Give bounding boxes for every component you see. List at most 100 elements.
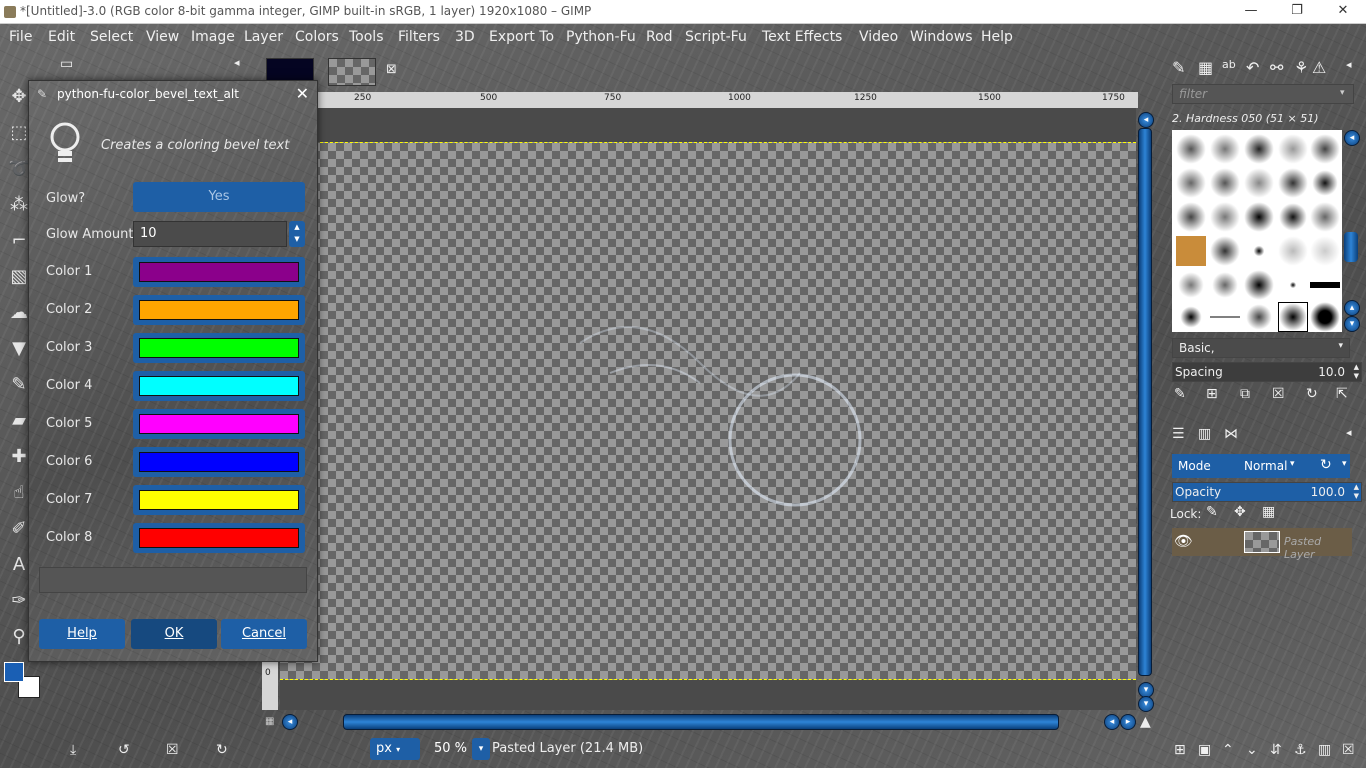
menu-select[interactable]: Select: [90, 29, 133, 45]
fuzzy-select-tool-icon[interactable]: ⁂: [8, 194, 30, 216]
save-tool-preset-icon[interactable]: ⤓: [70, 742, 76, 758]
brush-item[interactable]: [1278, 168, 1308, 198]
menu-tools[interactable]: Tools: [349, 29, 384, 45]
menu-edit[interactable]: Edit: [48, 29, 75, 45]
layer-mask-icon[interactable]: ▥: [1318, 742, 1331, 758]
brush-grid[interactable]: [1172, 130, 1342, 332]
warp-tool-icon[interactable]: ☁: [8, 302, 30, 324]
new-brush-icon[interactable]: ⊞: [1206, 386, 1218, 402]
menu-colors[interactable]: Colors: [295, 29, 339, 45]
zoom-dropdown-icon[interactable]: ▾: [472, 738, 490, 760]
eraser-tool-icon[interactable]: ▰: [8, 410, 30, 432]
menu-script-fu[interactable]: Script-Fu: [685, 29, 747, 45]
menu-layer[interactable]: Layer: [244, 29, 283, 45]
image-tab-thumbnail-2[interactable]: [328, 58, 376, 86]
menu-rod[interactable]: Rod: [646, 29, 673, 45]
opacity-spinner-icon[interactable]: ▲ ▼: [1354, 483, 1359, 501]
move-tool-icon[interactable]: ✥: [8, 86, 30, 108]
glow-toggle[interactable]: Yes: [133, 182, 305, 212]
paintbrush-tool-icon[interactable]: ✎: [8, 374, 30, 396]
menu-text-effects[interactable]: Text Effects: [762, 29, 842, 45]
color-1-button[interactable]: [133, 257, 305, 287]
transform-tool-icon[interactable]: ▧: [8, 266, 30, 288]
brush-item[interactable]: [1244, 236, 1274, 266]
brush-open-icon[interactable]: ⇱: [1336, 386, 1348, 402]
lower-layer-icon[interactable]: ⌄: [1246, 742, 1258, 758]
menu-view[interactable]: View: [146, 29, 179, 45]
brush-item[interactable]: [1210, 202, 1240, 232]
layer-row[interactable]: 👁 Pasted Layer: [1172, 528, 1352, 561]
smudge-tool-icon[interactable]: ☝: [8, 482, 30, 504]
brush-item[interactable]: [1278, 202, 1308, 232]
navigate-icon[interactable]: ◂: [1138, 112, 1154, 128]
dock-menu-icon[interactable]: ◂: [1346, 58, 1352, 71]
dialog-close-icon[interactable]: ✕: [296, 84, 309, 103]
layer-name[interactable]: Pasted Layer: [1284, 535, 1352, 561]
reset-tool-preset-icon[interactable]: ↻: [216, 742, 228, 758]
heal-tool-icon[interactable]: ✚: [8, 446, 30, 468]
delete-brush-icon[interactable]: ☒: [1272, 386, 1285, 402]
fonts-tab-icon[interactable]: ab: [1222, 58, 1236, 71]
channels-tab-icon[interactable]: ⚯: [1270, 58, 1283, 77]
cancel-button[interactable]: Cancel: [221, 619, 307, 649]
mode-menu-icon[interactable]: ▾: [1342, 459, 1347, 469]
maximize-button[interactable]: ❐: [1274, 0, 1320, 24]
channels-dock-icon[interactable]: ▥: [1198, 426, 1211, 442]
edit-brush-icon[interactable]: ✎: [1174, 386, 1186, 402]
menu-export-to[interactable]: Export To: [489, 29, 554, 45]
horizontal-scrollbar[interactable]: [343, 714, 1059, 730]
layers-menu-icon[interactable]: ◂: [1346, 426, 1352, 439]
brush-item[interactable]: [1210, 168, 1240, 198]
brush-scroll-up-icon[interactable]: ▴: [1344, 300, 1360, 316]
menu-python-fu[interactable]: Python-Fu: [566, 29, 636, 45]
scroll-left-icon[interactable]: ◂: [1104, 714, 1120, 730]
brush-panel-icon[interactable]: ◂: [1344, 130, 1360, 146]
patterns-tab-icon[interactable]: ▦: [1198, 58, 1213, 77]
ok-button[interactable]: OK: [131, 619, 217, 649]
vertical-scrollbar[interactable]: [1138, 128, 1152, 676]
brush-item[interactable]: [1210, 134, 1240, 164]
navigation-arrow-icon[interactable]: ▲: [1140, 714, 1151, 730]
delete-layer-icon[interactable]: ☒: [1342, 742, 1355, 758]
crop-tool-icon[interactable]: ⌐: [8, 230, 30, 252]
filter-dropdown-icon[interactable]: ▾: [1340, 88, 1345, 98]
lock-pixels-icon[interactable]: ✎: [1206, 504, 1218, 520]
lock-position-icon[interactable]: ✥: [1234, 504, 1246, 520]
brush-preset-combo[interactable]: Basic, ▾: [1172, 338, 1350, 358]
color-8-button[interactable]: [133, 523, 305, 553]
color-6-button[interactable]: [133, 447, 305, 477]
brush-item[interactable]: [1176, 168, 1206, 198]
brush-item[interactable]: [1244, 302, 1274, 332]
menu-video[interactable]: Video: [859, 29, 898, 45]
raise-layer-icon[interactable]: ⌃: [1222, 742, 1234, 758]
mode-dropdown-icon[interactable]: ▾: [1290, 459, 1295, 469]
brush-item[interactable]: [1210, 270, 1240, 300]
color-3-button[interactable]: [133, 333, 305, 363]
glow-amount-input[interactable]: 10: [133, 221, 287, 247]
brush-item-selected[interactable]: [1278, 302, 1308, 332]
zoom-tool-icon[interactable]: ⚲: [8, 626, 30, 648]
duplicate-layer-icon[interactable]: ⇵: [1270, 742, 1282, 758]
layers-tab-icon[interactable]: ☰: [1172, 426, 1185, 442]
brush-item[interactable]: [1244, 134, 1274, 164]
layer-mode-combo[interactable]: Mode Normal ▾ ↻ ▾: [1172, 454, 1350, 478]
brush-scrollbar[interactable]: [1344, 232, 1358, 262]
brush-filter-input[interactable]: filter: [1172, 84, 1354, 104]
brush-item[interactable]: [1244, 270, 1274, 300]
brush-item[interactable]: [1278, 270, 1308, 300]
unit-selector[interactable]: px ▾: [370, 738, 420, 760]
brush-item[interactable]: [1310, 302, 1340, 332]
brush-item[interactable]: [1176, 134, 1206, 164]
paths-tool-icon[interactable]: ✐: [8, 518, 30, 540]
brush-item[interactable]: [1310, 134, 1340, 164]
brush-item[interactable]: [1210, 236, 1240, 266]
history-tab-icon[interactable]: ↶: [1246, 58, 1259, 77]
quick-mask-icon[interactable]: ◂: [282, 714, 298, 730]
help-button[interactable]: Help: [39, 619, 125, 649]
new-layer-icon[interactable]: ⊞: [1174, 742, 1186, 758]
close-tab-icon[interactable]: ⊠: [386, 62, 397, 77]
brush-item[interactable]: [1310, 168, 1340, 198]
spacing-spinner-icon[interactable]: ▲ ▼: [1354, 363, 1359, 381]
lasso-tool-icon[interactable]: ➰: [8, 158, 30, 180]
brush-item[interactable]: [1278, 134, 1308, 164]
